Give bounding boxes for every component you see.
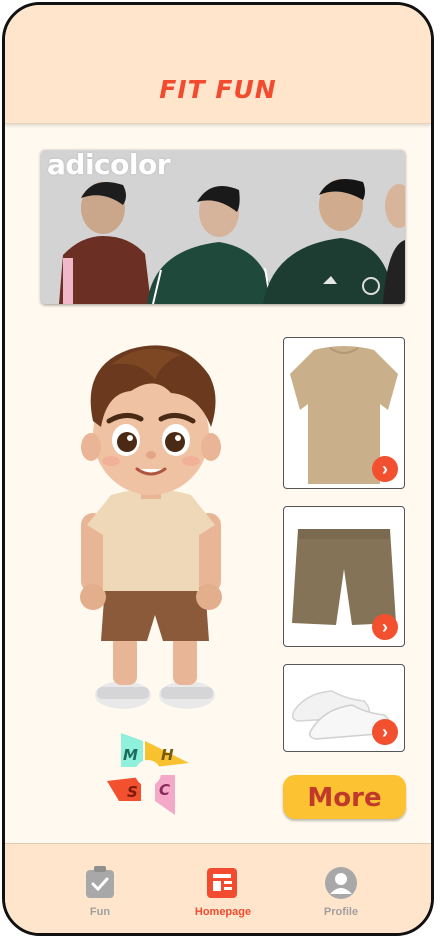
tab-profile[interactable]: Profile <box>296 866 386 918</box>
checklist-icon <box>86 866 114 898</box>
size-selector[interactable]: M H S C <box>103 727 193 819</box>
avatar[interactable] <box>71 335 231 715</box>
phone-frame: FIT FUN adicolor M H S C › › › More Fun … <box>2 2 434 936</box>
size-selector-icon: M H S C <box>107 733 189 815</box>
size-letter-s: S <box>127 783 138 801</box>
size-letter-h: H <box>161 746 174 764</box>
bottom-navigation: Fun Homepage Profile <box>5 843 431 933</box>
app-title: FIT FUN <box>159 75 277 104</box>
item-card-shorts[interactable]: › <box>283 506 405 647</box>
item-card-sneakers[interactable]: › <box>283 664 405 752</box>
tab-fun-label: Fun <box>89 906 111 918</box>
tab-profile-label: Profile <box>323 906 359 918</box>
size-letter-c: C <box>159 781 170 799</box>
item-card-tshirt[interactable]: › <box>283 337 405 489</box>
app-header: FIT FUN <box>5 5 431 124</box>
banner-brand-text: adicolor <box>47 150 171 181</box>
tab-fun[interactable]: Fun <box>55 866 145 918</box>
chevron-right-icon[interactable]: › <box>372 719 398 745</box>
chevron-right-icon[interactable]: › <box>372 614 398 640</box>
profile-icon <box>325 867 357 899</box>
document-icon <box>207 868 237 898</box>
promo-banner[interactable]: adicolor <box>41 150 405 304</box>
avatar-illustration <box>80 345 222 709</box>
chevron-right-icon[interactable]: › <box>372 456 398 482</box>
tab-homepage[interactable]: Homepage <box>178 866 268 918</box>
more-button[interactable]: More <box>283 775 406 819</box>
size-letter-m: M <box>123 746 138 764</box>
tab-homepage-label: Homepage <box>194 906 252 918</box>
